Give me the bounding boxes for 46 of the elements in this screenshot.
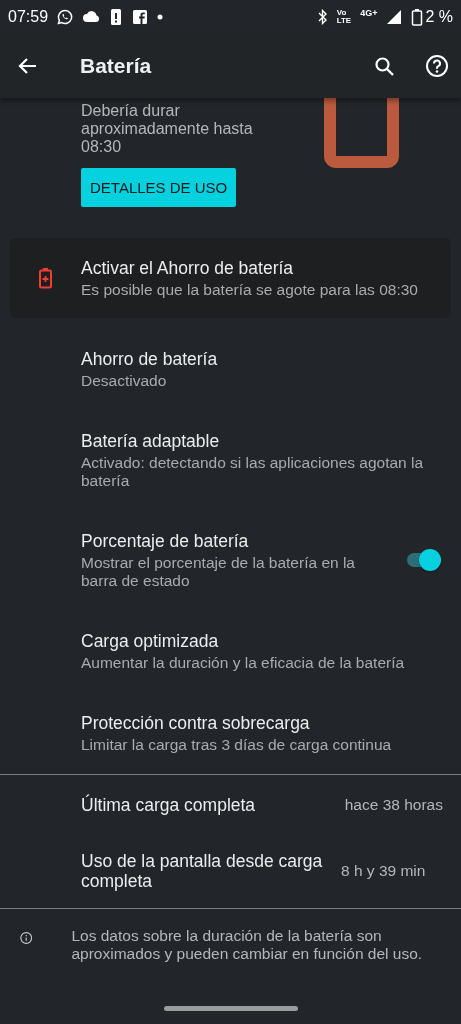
clock: 07:59: [8, 8, 49, 26]
item-summary: Aumentar la duración y la eficacia de la batería: [81, 654, 406, 672]
battery-percentage: 2 %: [425, 8, 453, 26]
battery-plus-icon: [38, 267, 53, 289]
cloud-icon: [82, 9, 101, 25]
stat-label: Última carga completa: [81, 795, 257, 815]
help-icon: [425, 54, 449, 78]
volte-label: Vo: [336, 9, 348, 17]
stat-value: hace 38 horas: [344, 796, 443, 814]
battery-alert-icon: [109, 8, 124, 26]
battery-icon: [411, 8, 424, 26]
search-button[interactable]: [373, 55, 395, 77]
item-summary: Limitar la carga tras 3 días de carga continua: [81, 736, 393, 754]
signal-icon: [386, 9, 403, 25]
battery-saver-card[interactable]: Activar el Ahorro de batería Es posible que la batería se agote para las 08:30: [10, 238, 451, 318]
settings-item[interactable]: Batería adaptable Activado: detectando si las aplicaciones agotan la batería: [0, 390, 461, 490]
stat-label: Uso de la pantalla desde carga completa: [81, 851, 324, 891]
lte-label: LTE: [336, 17, 352, 25]
navigation-handle[interactable]: [164, 1006, 298, 1011]
social-app-icon: [132, 9, 149, 25]
item-title: Ahorro de batería: [81, 348, 219, 370]
item-title: Activar el Ahorro de batería: [81, 257, 295, 279]
settings-item[interactable]: Carga optimizada Aumentar la duración y la eficacia de la batería: [0, 590, 461, 672]
item-summary: Es posible que la batería se agote para las 08:30: [81, 281, 419, 299]
usage-details-button[interactable]: DETALLES DE USO: [81, 168, 237, 207]
item-title: Protección contra sobrecarga: [81, 712, 311, 734]
toggle-switch[interactable]: [405, 549, 441, 571]
chat-app-icon: [57, 9, 74, 25]
item-title: Porcentaje de batería: [81, 530, 250, 552]
item-summary: Desactivado: [81, 372, 168, 390]
settings-item[interactable]: Ahorro de batería Desactivado: [0, 318, 461, 390]
info-note: Los datos sobre la duración de la batería son aproximados y pueden cambiar en función del uso.: [71, 927, 424, 963]
item-title: Carga optimizada: [81, 630, 220, 652]
search-icon: [373, 55, 395, 77]
item-summary: Activado: detectando si las aplicaciones agotan la batería: [81, 454, 425, 490]
battery-estimate: Debería durar aproximadamente hasta 08:30: [81, 102, 254, 156]
help-button[interactable]: [425, 54, 449, 78]
screen-title: Batería: [80, 54, 153, 78]
item-title: Batería adaptable: [81, 430, 221, 452]
network-type: 4G+: [360, 8, 378, 18]
settings-item[interactable]: Porcentaje de batería Mostrar el porcentaje de la batería en la barra de estado: [0, 490, 461, 590]
settings-item[interactable]: Protección contra sobrecarga Limitar la carga tras 3 días de carga continua: [0, 672, 461, 754]
battery-level-icon: [324, 96, 399, 169]
stat-value: 8 h y 39 min: [341, 862, 426, 880]
item-summary: Mostrar el porcentaje de la batería en la barra de estado: [81, 554, 356, 590]
notification-dot-icon: [157, 14, 164, 20]
